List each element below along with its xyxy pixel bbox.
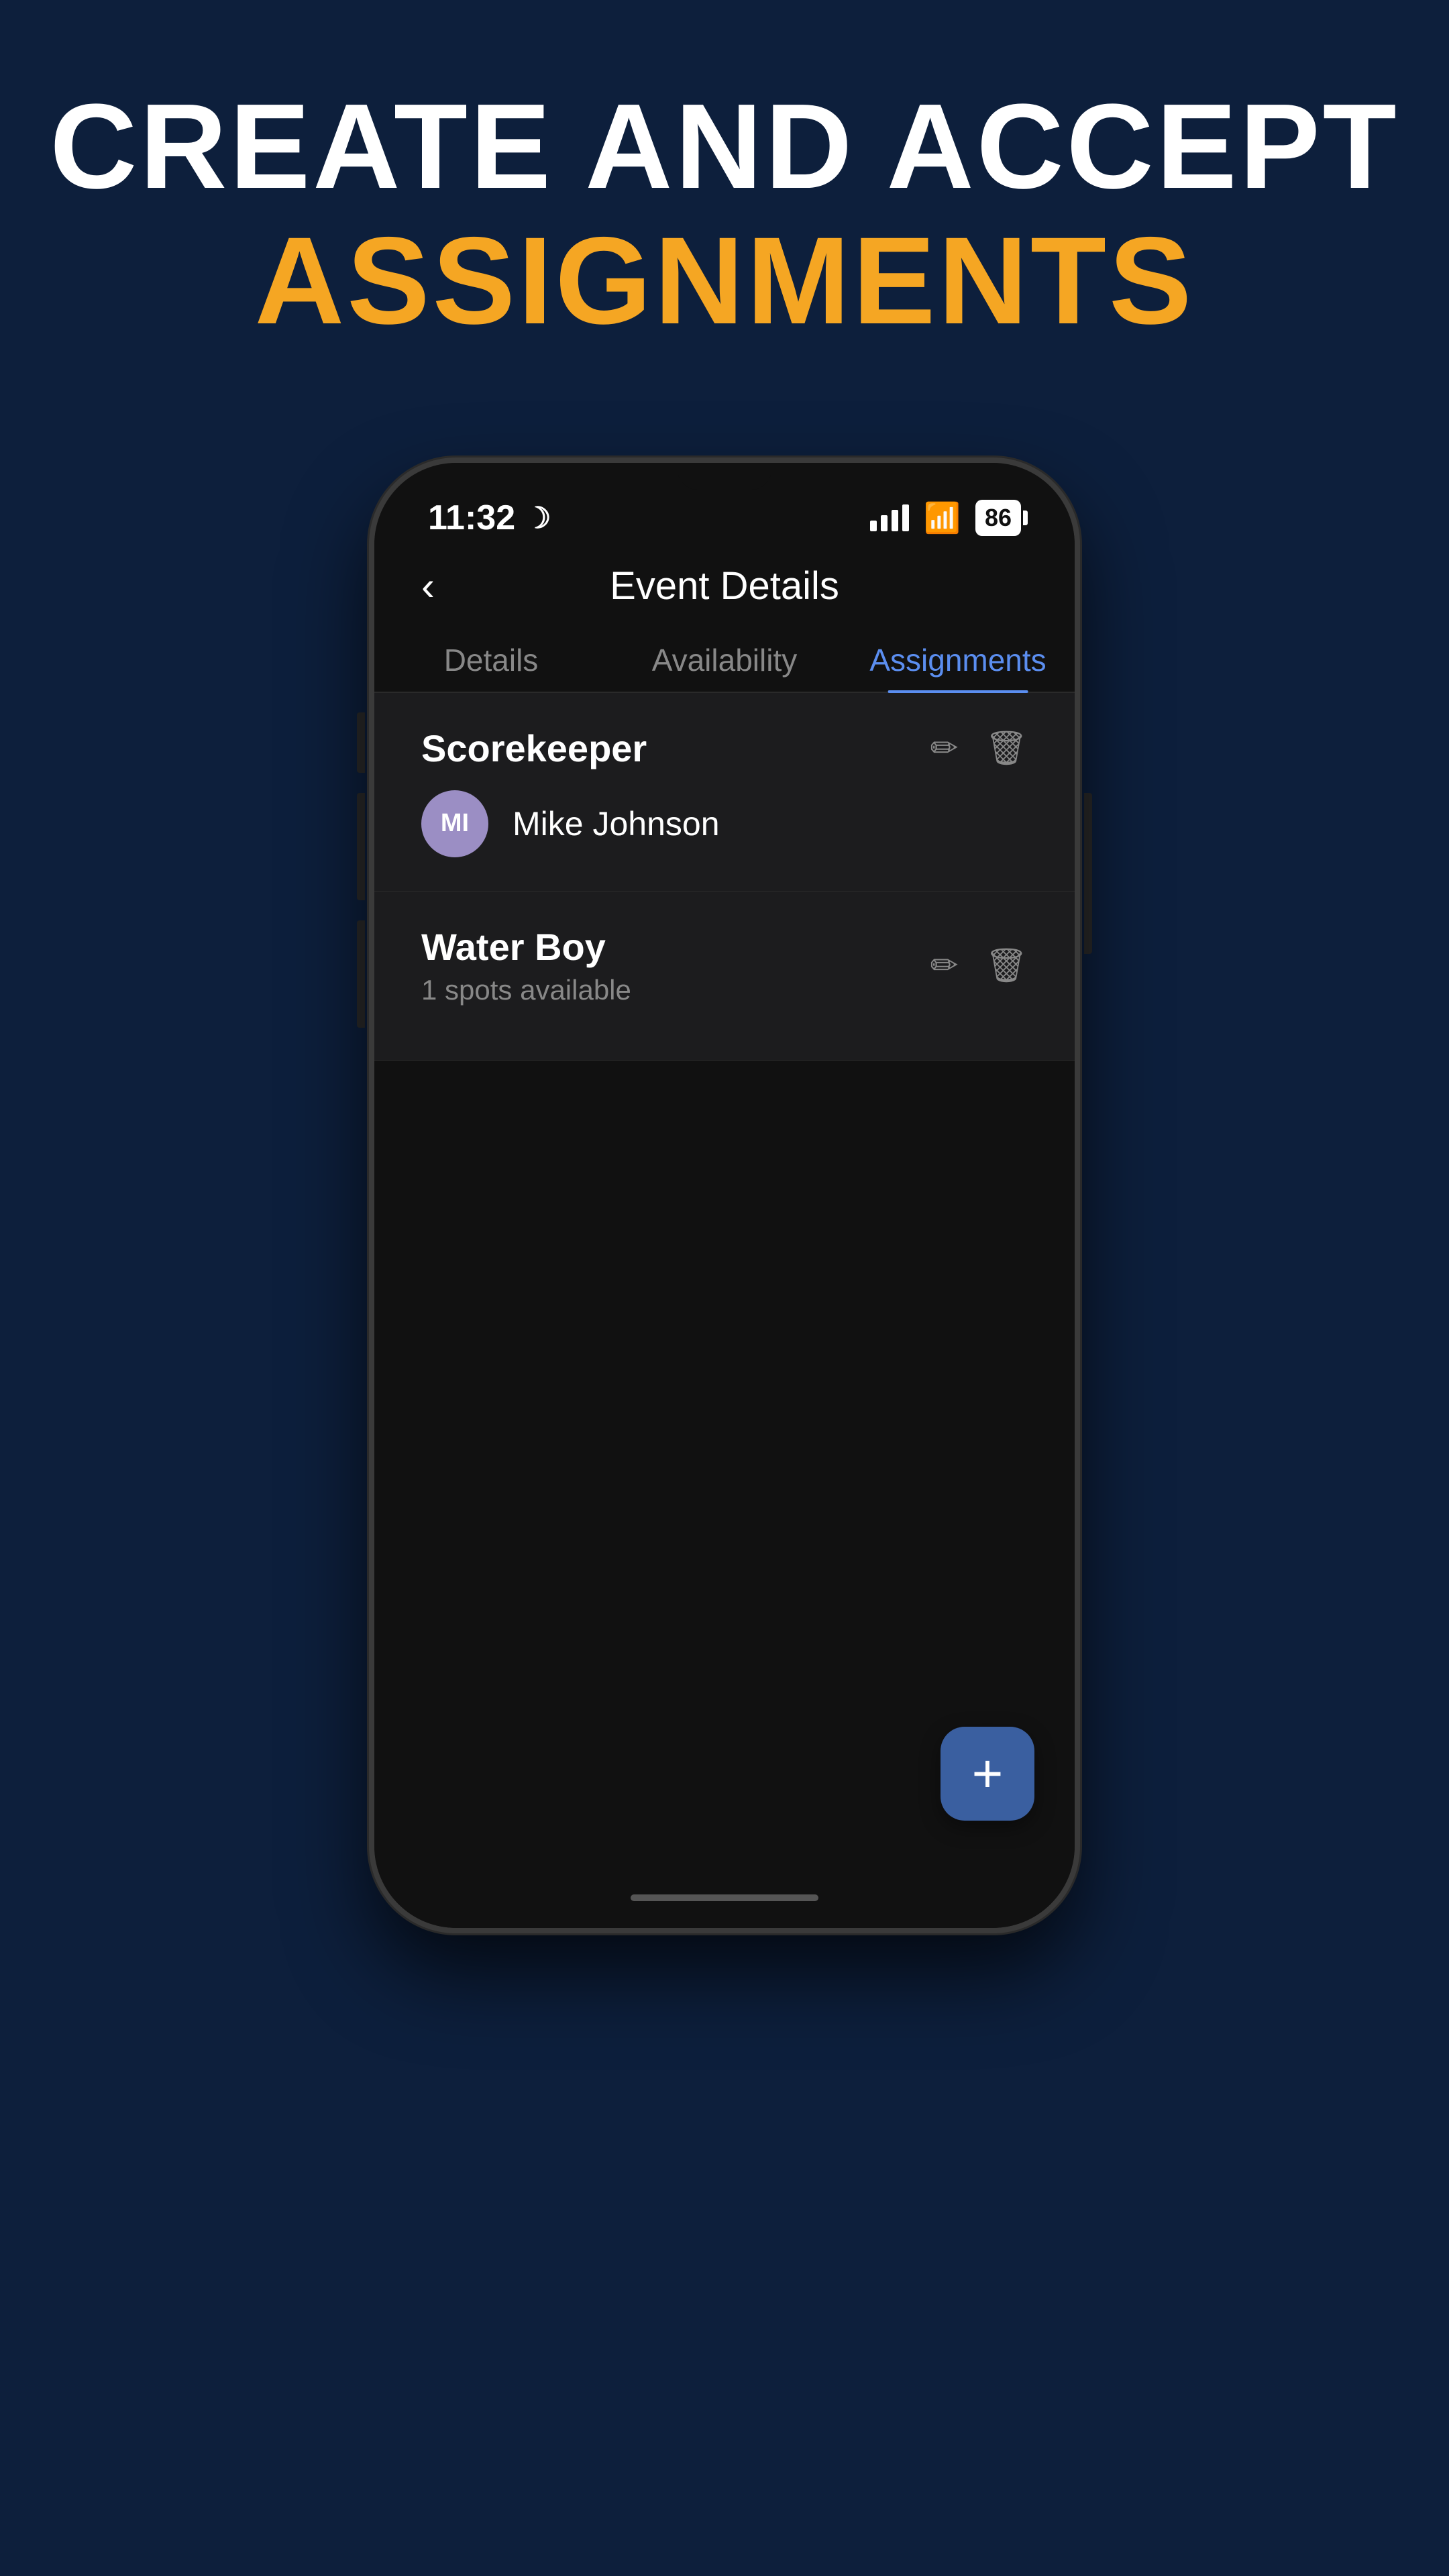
camera-cutout: [678, 463, 771, 490]
status-time: 11:32 ☽: [428, 498, 551, 538]
battery-icon: 86: [975, 500, 1021, 536]
waterboy-role: Water Boy: [421, 925, 631, 969]
home-bar: [631, 1894, 818, 1901]
tab-details[interactable]: Details: [374, 622, 608, 692]
signal-bar-3: [892, 510, 898, 531]
header-line1: CREATE AND ACCEPT: [50, 80, 1399, 213]
edit-scorekeeper-button[interactable]: ✏: [930, 729, 959, 767]
waterboy-actions: ✏ 🗑: [930, 946, 1028, 985]
wifi-icon: 📶: [924, 500, 961, 535]
moon-icon: ☽: [525, 501, 551, 535]
waterboy-header: Water Boy 1 spots available ✏ 🗑: [421, 925, 1028, 1006]
power-button: [1084, 793, 1092, 954]
scorekeeper-card: Scorekeeper ✏ 🗑 MI Mike Johnson: [374, 693, 1075, 892]
tab-bar: Details Availability Assignments: [374, 622, 1075, 693]
signal-icon: [870, 504, 909, 531]
volume-up-button: [357, 793, 365, 900]
phone-shell: 11:32 ☽ 📶 86 ‹: [369, 458, 1080, 1933]
phone-mockup: 11:32 ☽ 📶 86 ‹: [369, 458, 1080, 1933]
edit-waterboy-button[interactable]: ✏: [930, 946, 959, 985]
member-initials: MI: [441, 809, 469, 838]
tab-availability[interactable]: Availability: [608, 622, 841, 692]
waterboy-spots: 1 spots available: [421, 974, 631, 1006]
page-header: CREATE AND ACCEPT ASSIGNMENTS: [50, 80, 1399, 350]
signal-bar-1: [870, 521, 877, 531]
waterboy-card: Water Boy 1 spots available ✏ 🗑: [374, 892, 1075, 1061]
scorekeeper-actions: ✏ 🗑: [930, 729, 1028, 768]
delete-waterboy-button[interactable]: 🗑: [985, 946, 1028, 985]
delete-scorekeeper-button[interactable]: 🗑: [985, 729, 1028, 768]
phone-screen: 11:32 ☽ 📶 86 ‹: [374, 463, 1075, 1928]
add-assignment-fab[interactable]: +: [941, 1727, 1034, 1821]
volume-mute-button: [357, 712, 365, 773]
home-indicator: [374, 1874, 1075, 1928]
screen-title: Event Details: [610, 564, 839, 608]
fab-plus-icon: +: [972, 1747, 1004, 1801]
app-header: ‹ Event Details: [374, 550, 1075, 622]
time-display: 11:32: [428, 498, 515, 538]
member-avatar: MI: [421, 790, 488, 857]
scorekeeper-member: MI Mike Johnson: [421, 790, 1028, 857]
scorekeeper-role: Scorekeeper: [421, 727, 647, 770]
back-button[interactable]: ‹: [421, 563, 435, 609]
status-icons: 📶 86: [870, 500, 1021, 536]
member-name: Mike Johnson: [513, 804, 720, 843]
header-line2: ASSIGNMENTS: [50, 213, 1399, 350]
battery-level: 86: [985, 504, 1012, 532]
scorekeeper-header: Scorekeeper ✏ 🗑: [421, 727, 1028, 770]
signal-bar-2: [881, 515, 888, 531]
volume-down-button: [357, 920, 365, 1028]
content-area: Scorekeeper ✏ 🗑 MI Mike Johnson: [374, 693, 1075, 1874]
tab-assignments[interactable]: Assignments: [841, 622, 1075, 692]
signal-bar-4: [902, 504, 909, 531]
